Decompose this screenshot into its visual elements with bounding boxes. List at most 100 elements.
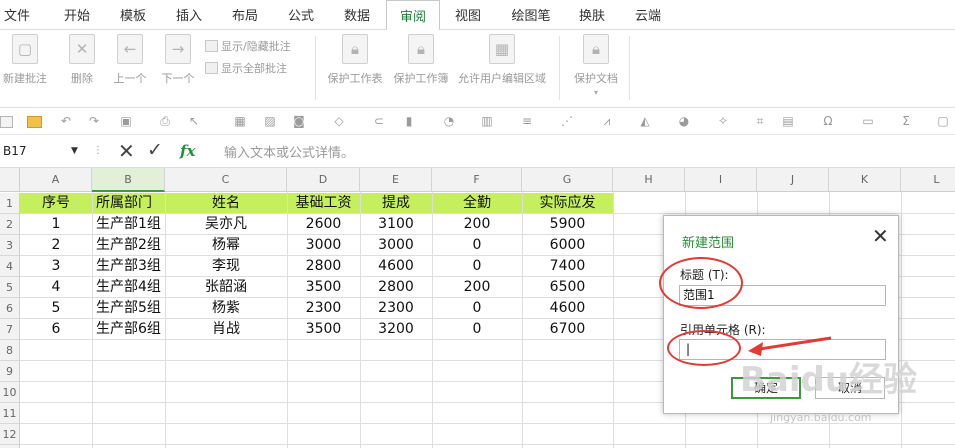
- table-cell[interactable]: 生产部4组: [92, 277, 165, 298]
- column-header[interactable]: L: [901, 168, 955, 192]
- omega-icon[interactable]: Ω: [820, 114, 836, 129]
- table-cell[interactable]: 3000: [360, 235, 432, 256]
- table-cell[interactable]: 3500: [287, 277, 360, 298]
- table-cell[interactable]: 杨幂: [165, 235, 287, 256]
- header-cell[interactable]: 序号: [20, 193, 92, 214]
- column-chart-icon[interactable]: ▥: [479, 114, 495, 129]
- show-all-comments-button[interactable]: 显示全部批注: [205, 60, 287, 78]
- row-header[interactable]: 6: [0, 298, 20, 319]
- table-cell[interactable]: 0: [432, 298, 522, 319]
- column-header[interactable]: H: [613, 168, 685, 192]
- close-icon[interactable]: ✕: [872, 226, 889, 246]
- comment-box-icon[interactable]: ▭: [860, 114, 876, 129]
- header-cell[interactable]: 全勤: [432, 193, 522, 214]
- table-cell[interactable]: 生产部3组: [92, 256, 165, 277]
- menu-template[interactable]: 模板: [114, 0, 152, 30]
- menu-view[interactable]: 视图: [449, 0, 487, 30]
- area-chart-icon[interactable]: ◭: [637, 114, 653, 129]
- column-header[interactable]: G: [522, 168, 613, 192]
- save-icon[interactable]: ▣: [118, 114, 134, 129]
- undo-icon[interactable]: ↶: [58, 114, 74, 129]
- header-cell[interactable]: 提成: [360, 193, 432, 214]
- table-cell[interactable]: 6700: [522, 319, 613, 340]
- table-cell[interactable]: 2800: [360, 277, 432, 298]
- row-header[interactable]: 12: [0, 424, 20, 445]
- row-header[interactable]: 1: [0, 193, 20, 214]
- menu-file[interactable]: 文件: [0, 0, 34, 30]
- table-cell[interactable]: 0: [432, 319, 522, 340]
- line-chart-icon[interactable]: ⩘: [599, 114, 615, 129]
- header-cell[interactable]: 所属部门: [92, 193, 165, 214]
- row-header[interactable]: 9: [0, 361, 20, 382]
- table-cell[interactable]: 200: [432, 214, 522, 235]
- table-cell[interactable]: 肖战: [165, 319, 287, 340]
- table-cell[interactable]: 0: [432, 256, 522, 277]
- row-header[interactable]: 3: [0, 235, 20, 256]
- table-cell[interactable]: 3100: [360, 214, 432, 235]
- new-comment-button[interactable]: ▢ 新建批注: [0, 34, 50, 86]
- table-cell[interactable]: 200: [432, 277, 522, 298]
- bar-chart2-icon[interactable]: ≡: [519, 114, 535, 129]
- table-cell[interactable]: 4600: [360, 256, 432, 277]
- table-cell[interactable]: 5900: [522, 214, 613, 235]
- menu-cloud[interactable]: 云端: [629, 0, 667, 30]
- shape-icon[interactable]: ◇: [331, 114, 347, 129]
- menu-drawing-pen[interactable]: 绘图笔: [505, 0, 557, 30]
- table-cell[interactable]: 吴亦凡: [165, 214, 287, 235]
- picture-icon[interactable]: ▨: [262, 114, 278, 129]
- row-header[interactable]: 2: [0, 214, 20, 235]
- allow-edit-ranges-button[interactable]: ▦ 允许用户编辑区域: [452, 34, 552, 86]
- table-cell[interactable]: 7400: [522, 256, 613, 277]
- table-cell[interactable]: 2300: [287, 298, 360, 319]
- table-cell[interactable]: 3500: [287, 319, 360, 340]
- table-cell[interactable]: 2300: [360, 298, 432, 319]
- row-header[interactable]: 5: [0, 277, 20, 298]
- bar-chart-icon[interactable]: ▮: [401, 114, 417, 129]
- table-cell[interactable]: 2: [20, 235, 92, 256]
- table-cell[interactable]: 生产部1组: [92, 214, 165, 235]
- table-cell[interactable]: 3200: [360, 319, 432, 340]
- table-cell[interactable]: 生产部2组: [92, 235, 165, 256]
- open-folder-icon[interactable]: [27, 116, 42, 128]
- row-header[interactable]: 4: [0, 256, 20, 277]
- table-cell[interactable]: 杨紫: [165, 298, 287, 319]
- protect-document-button[interactable]: 🔒︎ 保护文档 ▾: [568, 34, 624, 97]
- table-cell[interactable]: 3: [20, 256, 92, 277]
- column-header[interactable]: I: [685, 168, 757, 192]
- clip-icon[interactable]: ⊂: [371, 114, 387, 129]
- column-header[interactable]: C: [165, 168, 287, 192]
- column-header[interactable]: B: [92, 168, 165, 192]
- chevron-down-icon[interactable]: ▼: [71, 141, 78, 161]
- table-cell[interactable]: 2800: [287, 256, 360, 277]
- redo-icon[interactable]: ↷: [86, 114, 102, 129]
- header-cell[interactable]: 实际应发: [522, 193, 613, 214]
- table-cell[interactable]: 0: [432, 235, 522, 256]
- row-header[interactable]: 11: [0, 403, 20, 424]
- pie-icon[interactable]: ◔: [441, 114, 457, 129]
- menu-data[interactable]: 数据: [338, 0, 376, 30]
- column-header[interactable]: A: [20, 168, 92, 192]
- protect-sheet-button[interactable]: 🔒︎ 保护工作表: [322, 34, 388, 86]
- table-cell[interactable]: 3000: [287, 235, 360, 256]
- table-cell[interactable]: 生产部6组: [92, 319, 165, 340]
- table-cell[interactable]: 张韶涵: [165, 277, 287, 298]
- pointer-icon[interactable]: ↖: [186, 114, 202, 129]
- print-icon[interactable]: ⎙: [157, 114, 173, 129]
- table-cell[interactable]: 4600: [522, 298, 613, 319]
- textbox-icon[interactable]: ▤: [780, 114, 796, 129]
- menu-insert[interactable]: 插入: [170, 0, 208, 30]
- table-cell[interactable]: 1: [20, 214, 92, 235]
- table-cell[interactable]: 6000: [522, 235, 613, 256]
- radar-icon[interactable]: ✧: [715, 114, 731, 129]
- table-cell[interactable]: 李现: [165, 256, 287, 277]
- pie-chart-icon[interactable]: ◕: [676, 114, 692, 129]
- delete-comment-button[interactable]: ✕ 删除: [60, 34, 104, 86]
- table-cell[interactable]: 6: [20, 319, 92, 340]
- column-header[interactable]: J: [757, 168, 829, 192]
- table-cell[interactable]: 2600: [287, 214, 360, 235]
- new-file-icon[interactable]: [0, 116, 13, 128]
- table-cell[interactable]: 4: [20, 277, 92, 298]
- fx-icon[interactable]: fx: [180, 142, 195, 160]
- table-cell[interactable]: 生产部5组: [92, 298, 165, 319]
- menu-skin[interactable]: 换肤: [573, 0, 611, 30]
